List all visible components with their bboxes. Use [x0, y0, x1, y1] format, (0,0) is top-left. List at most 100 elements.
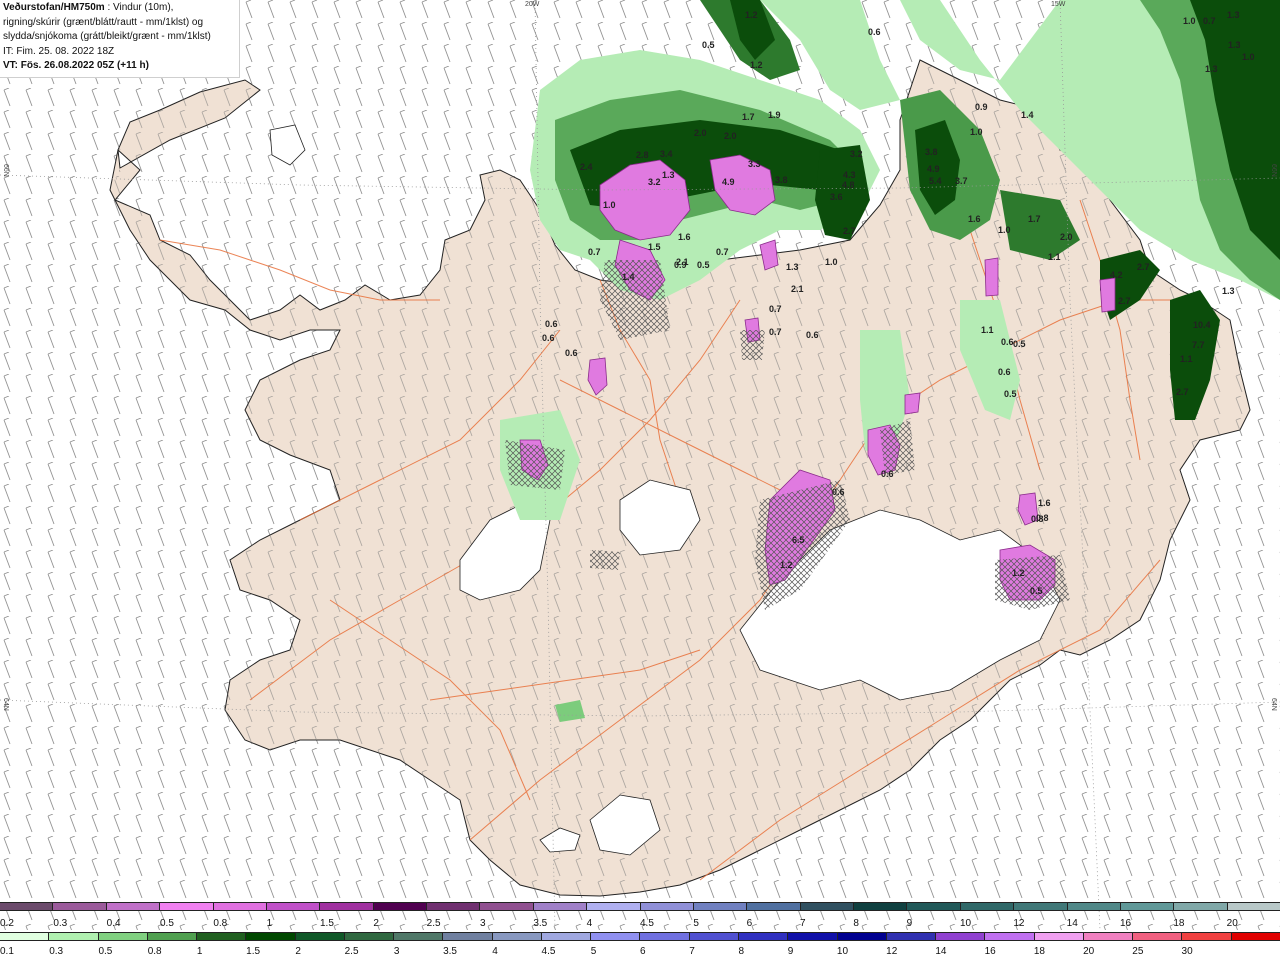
precip-value-label: 0.7 — [588, 247, 601, 257]
legend-label: 8 — [738, 946, 745, 957]
legend-swatch — [97, 933, 147, 940]
legend-label: 0.1 — [0, 946, 14, 957]
precip-value-label: 1.6 — [968, 214, 981, 224]
precip-value-label: 1.2 — [1012, 568, 1025, 578]
precip-value-label: 3.2 — [850, 149, 863, 159]
precip-value-label: 4.9 — [722, 177, 735, 187]
legend-swatch — [1173, 903, 1227, 910]
precip-value-label: 3.8 — [775, 175, 788, 185]
precip-value-label: 0.6 — [806, 330, 819, 340]
legend-swatch — [853, 903, 907, 910]
legend-label: 0.5 — [98, 946, 113, 957]
precip-value-label: 3.2 — [648, 177, 661, 187]
precip-value-label: 0.7 — [769, 304, 782, 314]
precip-value-label: 1.3 — [662, 170, 675, 180]
legend-swatch — [1013, 903, 1067, 910]
legend-label: 0.3 — [49, 946, 64, 957]
legend-label: 16 — [984, 946, 996, 957]
legend-swatch — [1230, 933, 1280, 940]
precip-value-label: 1.0 — [825, 257, 838, 267]
precip-value-label: 1.2 — [745, 10, 758, 20]
precip-value-label: 1.2 — [750, 60, 763, 70]
legend-swatch — [48, 933, 98, 940]
grid-label-top-left: 20W — [525, 1, 540, 8]
legend-swatch — [906, 903, 960, 910]
legend-label: 6 — [746, 918, 753, 929]
legend-label: 0.4 — [106, 918, 121, 929]
legend-label: 3 — [480, 918, 486, 929]
precip-value-label: 1.7 — [1028, 214, 1041, 224]
legend-label: 20 — [1083, 946, 1095, 957]
description-1: : Vindur (10m), — [104, 2, 174, 13]
precip-value-label: 1.0 — [970, 127, 983, 137]
legend-rain-labels: 0.1 0.3 0.5 0.8 1 1.5 2 2.5 3 3.5 4 4.5 5 6 7 8 9 10 12 14 1… — [0, 946, 1280, 957]
legend-label: 7 — [800, 918, 806, 929]
legend-swatch — [105, 903, 160, 910]
map-title-box: Veðurstofan/HM750m : Vindur (10m), rigni… — [0, 0, 240, 78]
precip-value-label: 0.6 — [998, 367, 1011, 377]
legend-label: 9 — [787, 946, 794, 957]
precip-value-label: 2.0 — [694, 128, 707, 138]
precip-value-label: 10.4 — [1193, 320, 1211, 330]
legend-label: 7 — [689, 946, 695, 957]
model-title: Veðurstofan/HM750m — [3, 2, 105, 13]
legend-rain-colorbar — [0, 932, 1280, 941]
legend-label: 5 — [693, 918, 699, 929]
legend-label: 20 — [1226, 918, 1238, 929]
legend-label: 12 — [1013, 918, 1025, 929]
precip-value-label: 7.7 — [1192, 340, 1205, 350]
legend-swatch — [491, 933, 541, 940]
legend-swatch — [52, 903, 106, 910]
precip-value-label: 1.2 — [780, 560, 793, 570]
precip-value-label: 0.6 — [832, 487, 845, 497]
precip-value-label: 1.9 — [768, 110, 781, 120]
map-canvas[interactable]: 1.2 0.5 1.2 0.6 1.0 0.7 1.3 1.3 1.3 1.0 1.7 1.9 2.0 2… — [0, 0, 1280, 930]
precip-value-label: 0.6 — [545, 319, 558, 329]
legend-label: 10 — [836, 946, 849, 957]
precip-value-label: 1.4 — [622, 272, 635, 282]
precip-value-label: 1.6 — [1038, 498, 1051, 508]
legend-swatch — [319, 903, 373, 910]
legend-label: 2 — [373, 918, 379, 929]
precip-value-label: 2.7 — [1118, 296, 1131, 306]
legend-swatch — [1132, 933, 1182, 940]
legend-swatch — [532, 903, 587, 910]
grid-label-left-lower: 64N — [2, 698, 9, 711]
legend-swatch — [1181, 933, 1231, 940]
legend-label: 14 — [1066, 918, 1078, 929]
legend-label: 3 — [393, 946, 400, 957]
precip-value-label: 4.3 — [843, 170, 856, 180]
precip-value-label: 0.7 — [1203, 16, 1216, 26]
grid-label-top-right: 15W — [1051, 1, 1066, 8]
precip-value-label: 1.1 — [1048, 252, 1061, 262]
legend-snow-colorbar — [0, 902, 1280, 911]
legend-label: 4 — [492, 946, 498, 957]
precip-value-label: 1.3 — [1205, 64, 1218, 74]
precip-value-label: 2.1 — [791, 284, 804, 294]
legend-swatch — [540, 933, 591, 940]
legend-swatch — [265, 903, 320, 910]
legend-label: 9 — [906, 918, 913, 929]
precip-value-label: 3.6 — [830, 192, 843, 202]
precip-value-label: 2.0 — [1060, 232, 1073, 242]
legend-swatch — [159, 903, 213, 910]
precip-value-label: 1.1 — [1180, 354, 1193, 364]
legend-label: 2.5 — [426, 918, 441, 929]
legend-swatch — [343, 933, 394, 940]
legend-swatch — [479, 903, 533, 910]
legend-swatch — [393, 933, 443, 940]
legend-swatch — [1066, 903, 1120, 910]
precip-value-label: 4.2 — [1110, 270, 1123, 280]
precip-value-label: 1.6 — [678, 232, 691, 242]
precip-value-label: 0.5 — [702, 40, 715, 50]
legend-swatch — [787, 933, 837, 940]
precip-value-label: 1.3 — [1222, 286, 1235, 296]
legend-swatch — [836, 933, 886, 940]
precip-value-label: 0.6 — [1001, 337, 1014, 347]
legend-label: 2.5 — [344, 946, 359, 957]
precip-value-label: 2.0 — [724, 131, 737, 141]
legend-label: 4 — [586, 918, 593, 929]
precip-value-label: 3.3 — [748, 159, 761, 169]
precip-value-label: 6.5 — [792, 535, 805, 545]
precip-value-label: 2.8 — [636, 150, 649, 160]
